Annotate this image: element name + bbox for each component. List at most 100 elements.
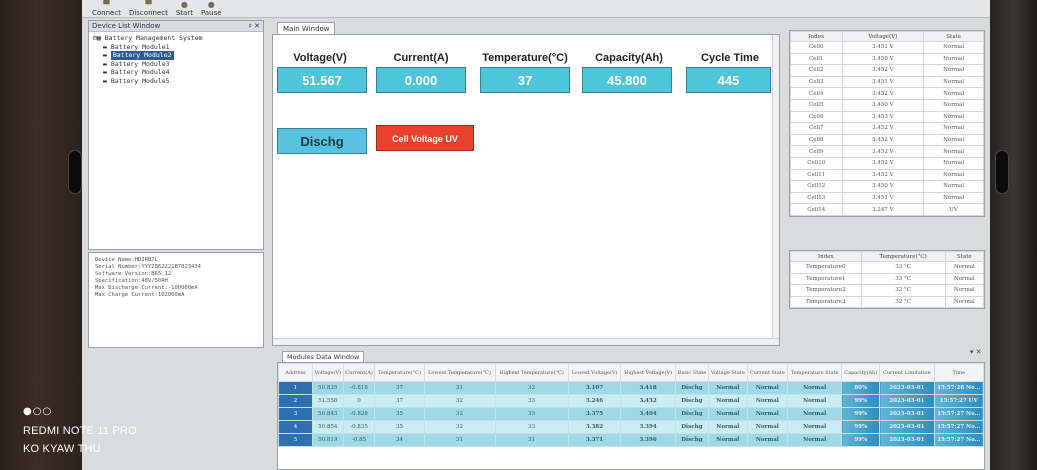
cycle-time-value: 445 [686,67,771,93]
temperature-table: Index Temperature(°C) State Temperature0… [789,250,985,310]
module-cell: Dischg [674,407,709,421]
module-row[interactable]: 3 50.843 -0.828 35 32 33 3.375 3.404 Dischg Norma… [278,407,985,421]
temp-value: 32 °C [860,284,946,297]
main-window-vertical-scrollbar[interactable] [772,35,779,345]
module-cell: 2023-03-01 [879,394,935,408]
temp-row[interactable]: Temperature2 32 °C Normal [790,284,985,297]
module-cell: 3.382 [567,420,622,434]
modules-window-close-icon[interactable]: ▾ ✕ [970,348,982,356]
cell-index: Cell3 [790,75,843,89]
cell-index: Cell8 [790,133,843,147]
cell-index: Cell13 [790,191,843,205]
module-row[interactable]: 4 50.854 -0.835 35 32 33 3.382 3.394 Dischg Norma… [278,420,985,434]
cell-row[interactable]: Cell12 3.450 V Normal [790,180,984,193]
module-row[interactable]: 1 50.835 -0.818 37 31 32 3.107 3.418 Dischg Norma… [278,381,985,395]
cell-row[interactable]: Cell0 3.451 V Normal [790,41,984,54]
tree-item-module3[interactable]: ▬ Battery Module3 [93,60,259,69]
module-cell: Normal [707,394,748,408]
cell-state: Normal [923,75,984,89]
module-cell: 33 [494,420,569,434]
cell-voltage: 3.451 V [841,191,925,205]
app-screen: ▀ Connect ▀ Disconnect ● Start ● Pause Devic… [82,0,990,470]
module-cell: 31 [494,433,569,447]
cell-row[interactable]: Cell9 3.452 V Normal [790,145,984,158]
tree-item-module2[interactable]: ▬ Battery Module2 [93,51,259,60]
cell-state: Normal [923,180,984,193]
module-row[interactable]: 5 50.819 -0.85 34 31 31 3.371 3.396 Dischg Normal… [278,433,985,447]
bezel-clip-right [995,150,1009,194]
module-cell: 31 [423,433,496,447]
start-button[interactable]: ● Start [176,1,193,18]
cell-row[interactable]: Cell8 3.452 V Normal [790,133,984,147]
cell-row[interactable]: Cell11 3.452 V Normal [790,168,984,182]
cell-row[interactable]: Cell3 3.451 V Normal [790,75,984,89]
tree-root[interactable]: ⊟▦ Battery Management System [93,34,259,43]
col-state: State [923,31,984,42]
watermark-model: REDMI NOTE 11 PRO [23,425,137,437]
cell-state: Normal [923,156,984,170]
col-index: Index [790,251,862,262]
temp-row[interactable]: Temperature0 33 °C Normal [790,261,985,274]
module-cell: 32 [494,381,569,395]
temp-value: 32 °C [860,295,946,309]
watermark-dots: ●○○ [23,406,53,417]
module-cell: 3.396 [620,433,676,447]
alarm-badge: Cell Voltage UV [376,125,474,151]
cell-voltage-table: Index Voltage(V) State Cell0 3.451 V Norma… [789,30,985,217]
cell-index: Cell2 [790,64,843,77]
cell-row[interactable]: Cell4 3.452 V Normal [790,87,984,100]
main-window-horizontal-scrollbar[interactable] [273,338,779,345]
module-cell: 2023-03-01 [879,433,935,447]
cell-index: Cell7 [790,122,843,135]
module-row[interactable]: 2 51.558 0 37 32 33 3.246 3.452 Dischg Normal Norm… [278,394,985,408]
module-cell: 15:57:27 No... [933,407,985,421]
cell-row[interactable]: Cell6 3.453 V Normal [790,110,984,124]
cell-row[interactable]: Cell7 3.452 V Normal [790,122,984,135]
temp-row[interactable]: Temperature3 32 °C Normal [790,295,985,309]
cell-voltage: 3.452 V [841,64,925,77]
col-state: State [944,251,985,262]
tree-item-module5[interactable]: ▬ Battery Module5 [93,77,259,86]
module-cell: 32 [423,407,496,421]
cell-row[interactable]: Cell5 3.450 V Normal [790,98,984,112]
modules-col-header: Temperature State [786,363,843,382]
col-voltage: Voltage(V) [841,31,925,42]
cell-row[interactable]: Cell10 3.452 V Normal [790,156,984,170]
cell-row[interactable]: Cell1 3.450 V Normal [790,52,984,66]
temp-row[interactable]: Temperature1 33 °C Normal [790,272,985,286]
module-address: 4 [278,420,313,434]
module-cell: Normal [707,407,748,421]
tree-item-module4[interactable]: ▬ Battery Module4 [93,68,259,77]
module-cell: 33 [494,407,569,421]
capacity-label: Capacity(Ah) [595,52,663,64]
modules-col-header: Time [933,363,985,382]
module-cell: Normal [786,381,843,395]
module-cell: 3.246 [567,394,622,408]
module-cell: 3.452 [620,394,676,408]
cell-row[interactable]: Cell13 3.451 V Normal [790,191,984,205]
module-cell: 3.371 [567,433,622,447]
cell-index: Cell12 [790,180,843,193]
pause-button[interactable]: ● Pause [201,1,222,18]
device-name: Device Name:HDIRB7L [95,257,158,263]
module-cell: 32 [423,420,496,434]
modules-col-header: Temperature(°C) [374,363,425,382]
device-list-panel: Device List Window ♯ ✕ ⊟▦ Battery Manage… [88,20,264,250]
modules-col-header: Voltage State [707,363,748,382]
tree-item-module1[interactable]: ▬ Battery Module1 [93,43,259,52]
cell-voltage: 3.452 V [841,122,925,135]
cell-row[interactable]: Cell2 3.452 V Normal [790,64,984,77]
temp-index: Temperature2 [790,284,862,297]
monitor-bezel-right [990,0,1037,470]
module-cell: 0 [342,394,376,408]
device-info-panel: Device Name:HDIRB7L Serial Number:YYY286… [88,252,264,348]
current-value: 0.000 [376,67,466,93]
disconnect-button[interactable]: ▀ Disconnect [129,1,168,18]
panel-pin-close-icon[interactable]: ♯ ✕ [249,21,260,31]
module-cell: Dischg [674,394,709,408]
module-cell: -0.85 [342,433,376,447]
cell-row[interactable]: Cell14 3.247 V UV [790,203,984,216]
watermark-author: KO KYAW THU [23,443,101,455]
connect-button[interactable]: ▀ Connect [92,1,121,18]
cell-index: Cell5 [790,98,843,112]
